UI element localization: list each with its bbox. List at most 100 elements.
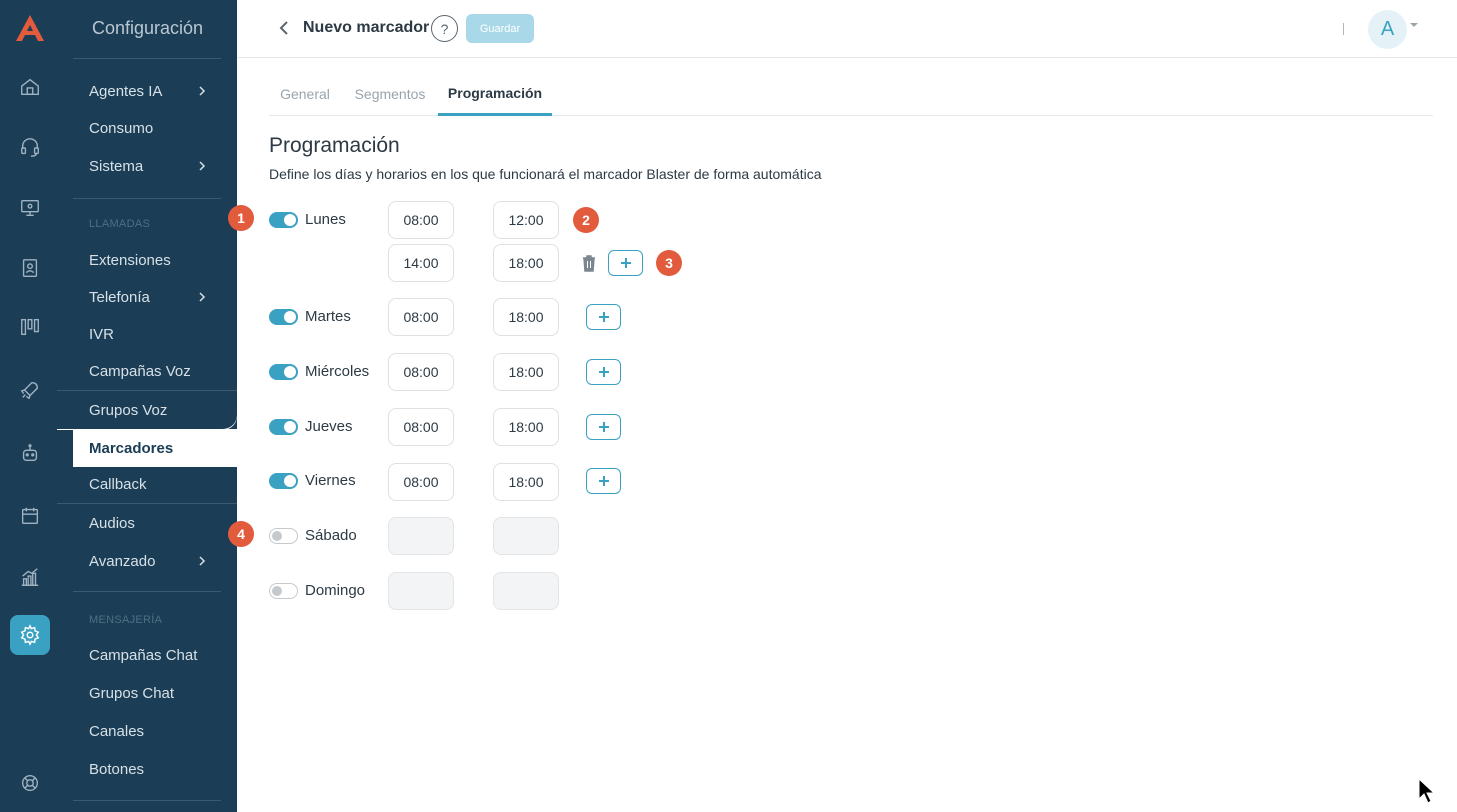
chevron-right-icon bbox=[199, 86, 206, 96]
time-end-input[interactable]: 18:00 bbox=[493, 353, 559, 391]
home-icon[interactable] bbox=[17, 74, 43, 100]
time-end-input[interactable]: 12:00 bbox=[493, 201, 559, 239]
tab-general[interactable]: General bbox=[269, 72, 341, 116]
plus-icon bbox=[620, 258, 631, 268]
back-button[interactable] bbox=[277, 18, 291, 38]
day-label-martes: Martes bbox=[305, 308, 351, 325]
nav-item-telefonia[interactable]: Telefonía bbox=[73, 278, 237, 316]
nav-section-mensajeria: MENSAJERÍA bbox=[89, 614, 163, 626]
caret-down-icon[interactable] bbox=[1410, 23, 1418, 27]
add-range-button[interactable] bbox=[586, 414, 621, 440]
day-toggle-domingo[interactable] bbox=[269, 583, 298, 599]
nav-divider bbox=[73, 800, 221, 801]
annotation-badge: 3 bbox=[656, 250, 682, 276]
calendar-icon[interactable] bbox=[17, 503, 43, 529]
board-icon[interactable] bbox=[17, 314, 43, 340]
day-toggle-viernes[interactable] bbox=[269, 473, 298, 489]
nav-divider bbox=[73, 591, 221, 592]
nav-item-label: Campañas Chat bbox=[89, 646, 198, 664]
nav-item-label: Campañas Voz bbox=[89, 363, 191, 380]
time-end-input[interactable]: 18:00 bbox=[493, 408, 559, 446]
annotation-badge: 1 bbox=[228, 205, 254, 231]
nav-item-label: Grupos Chat bbox=[89, 684, 175, 702]
time-start-input[interactable]: 08:00 bbox=[388, 463, 454, 501]
nav-item-grupos-voz[interactable]: Grupos Voz bbox=[57, 391, 237, 429]
avatar[interactable]: A bbox=[1368, 10, 1407, 49]
add-range-button[interactable] bbox=[586, 468, 621, 494]
plus-icon bbox=[598, 476, 609, 486]
day-toggle-jueves[interactable] bbox=[269, 419, 298, 435]
config-nav: Configuración Agentes IA Consumo Sistema… bbox=[57, 0, 237, 812]
add-range-button[interactable] bbox=[586, 359, 621, 385]
mouse-cursor-icon bbox=[1418, 778, 1436, 804]
plus-icon bbox=[598, 422, 609, 432]
contacts-icon[interactable] bbox=[17, 255, 43, 281]
day-toggle-lunes[interactable] bbox=[269, 212, 298, 228]
time-end-input[interactable]: 18:00 bbox=[493, 298, 559, 336]
tab-segmentos[interactable]: Segmentos bbox=[346, 72, 434, 116]
time-start-input[interactable]: 08:00 bbox=[388, 353, 454, 391]
analytics-icon[interactable] bbox=[17, 564, 43, 590]
trash-icon[interactable] bbox=[581, 254, 597, 272]
headset-icon[interactable] bbox=[17, 134, 43, 160]
day-label-viernes: Viernes bbox=[305, 472, 356, 489]
time-start-input[interactable]: 08:00 bbox=[388, 201, 454, 239]
day-toggle-sabado[interactable] bbox=[269, 528, 298, 544]
chevron-right-icon bbox=[199, 161, 206, 171]
nav-item-consumo[interactable]: Consumo bbox=[73, 109, 237, 147]
nav-item-grupos-chat[interactable]: Grupos Chat bbox=[73, 674, 237, 712]
nav-item-avanzado[interactable]: Avanzado bbox=[73, 542, 237, 580]
monitor-icon[interactable] bbox=[17, 195, 43, 221]
day-label-domingo: Domingo bbox=[305, 582, 366, 599]
nav-item-campanas-voz[interactable]: Campañas Voz bbox=[57, 353, 237, 391]
time-end-input bbox=[493, 517, 559, 555]
nav-item-botones[interactable]: Botones bbox=[73, 750, 237, 788]
rocket-icon[interactable] bbox=[17, 377, 43, 403]
nav-item-marcadores[interactable]: Marcadores bbox=[73, 429, 237, 467]
add-range-button[interactable] bbox=[608, 250, 643, 276]
help-button[interactable]: ? bbox=[431, 15, 458, 42]
nav-item-label: Canales bbox=[89, 722, 145, 740]
nav-divider bbox=[73, 198, 221, 199]
time-start-input[interactable]: 14:00 bbox=[388, 244, 454, 282]
tab-programacion[interactable]: Programación bbox=[438, 72, 552, 116]
nav-item-extensiones[interactable]: Extensiones bbox=[73, 241, 237, 279]
nav-item-sistema[interactable]: Sistema bbox=[73, 147, 237, 185]
support-icon[interactable] bbox=[17, 770, 43, 796]
time-start-input bbox=[388, 517, 454, 555]
app-logo-icon[interactable] bbox=[14, 13, 46, 43]
nav-item-ivr[interactable]: IVR bbox=[73, 315, 237, 353]
chevron-left-icon bbox=[279, 21, 288, 35]
annotation-badge: 4 bbox=[228, 521, 254, 547]
settings-icon[interactable] bbox=[10, 615, 50, 655]
page-title: Nuevo marcador bbox=[303, 19, 430, 36]
save-button[interactable]: Guardar bbox=[466, 14, 534, 43]
nav-title: Configuración bbox=[92, 18, 204, 38]
nav-item-label: Avanzado bbox=[89, 552, 156, 570]
nav-item-label: Telefonía bbox=[89, 288, 150, 306]
day-label-sabado: Sábado bbox=[305, 527, 357, 544]
time-start-input[interactable]: 08:00 bbox=[388, 298, 454, 336]
time-start-input[interactable]: 08:00 bbox=[388, 408, 454, 446]
nav-item-label: Grupos Voz bbox=[89, 401, 168, 419]
nav-item-campanas-chat[interactable]: Campañas Chat bbox=[73, 636, 237, 674]
nav-item-label: Botones bbox=[89, 760, 145, 778]
robot-icon[interactable] bbox=[17, 440, 43, 466]
day-toggle-martes[interactable] bbox=[269, 309, 298, 325]
nav-item-audios[interactable]: Audios bbox=[73, 504, 237, 542]
nav-item-canales[interactable]: Canales bbox=[73, 712, 237, 750]
top-bar: Nuevo marcador ? Guardar A bbox=[237, 0, 1457, 58]
nav-item-agentes-ia[interactable]: Agentes IA bbox=[73, 72, 237, 110]
nav-item-label: Consumo bbox=[89, 119, 154, 137]
chevron-right-icon bbox=[199, 556, 206, 566]
add-range-button[interactable] bbox=[586, 304, 621, 330]
time-end-input[interactable]: 18:00 bbox=[493, 244, 559, 282]
plus-icon bbox=[598, 367, 609, 377]
day-label-miercoles: Miércoles bbox=[305, 363, 370, 380]
time-end-input[interactable]: 18:00 bbox=[493, 463, 559, 501]
nav-item-label: Sistema bbox=[89, 157, 144, 175]
day-toggle-miercoles[interactable] bbox=[269, 364, 298, 380]
nav-item-callback[interactable]: Callback bbox=[57, 466, 237, 504]
nav-item-label: Audios bbox=[89, 514, 135, 532]
annotation-badge: 2 bbox=[573, 207, 599, 233]
